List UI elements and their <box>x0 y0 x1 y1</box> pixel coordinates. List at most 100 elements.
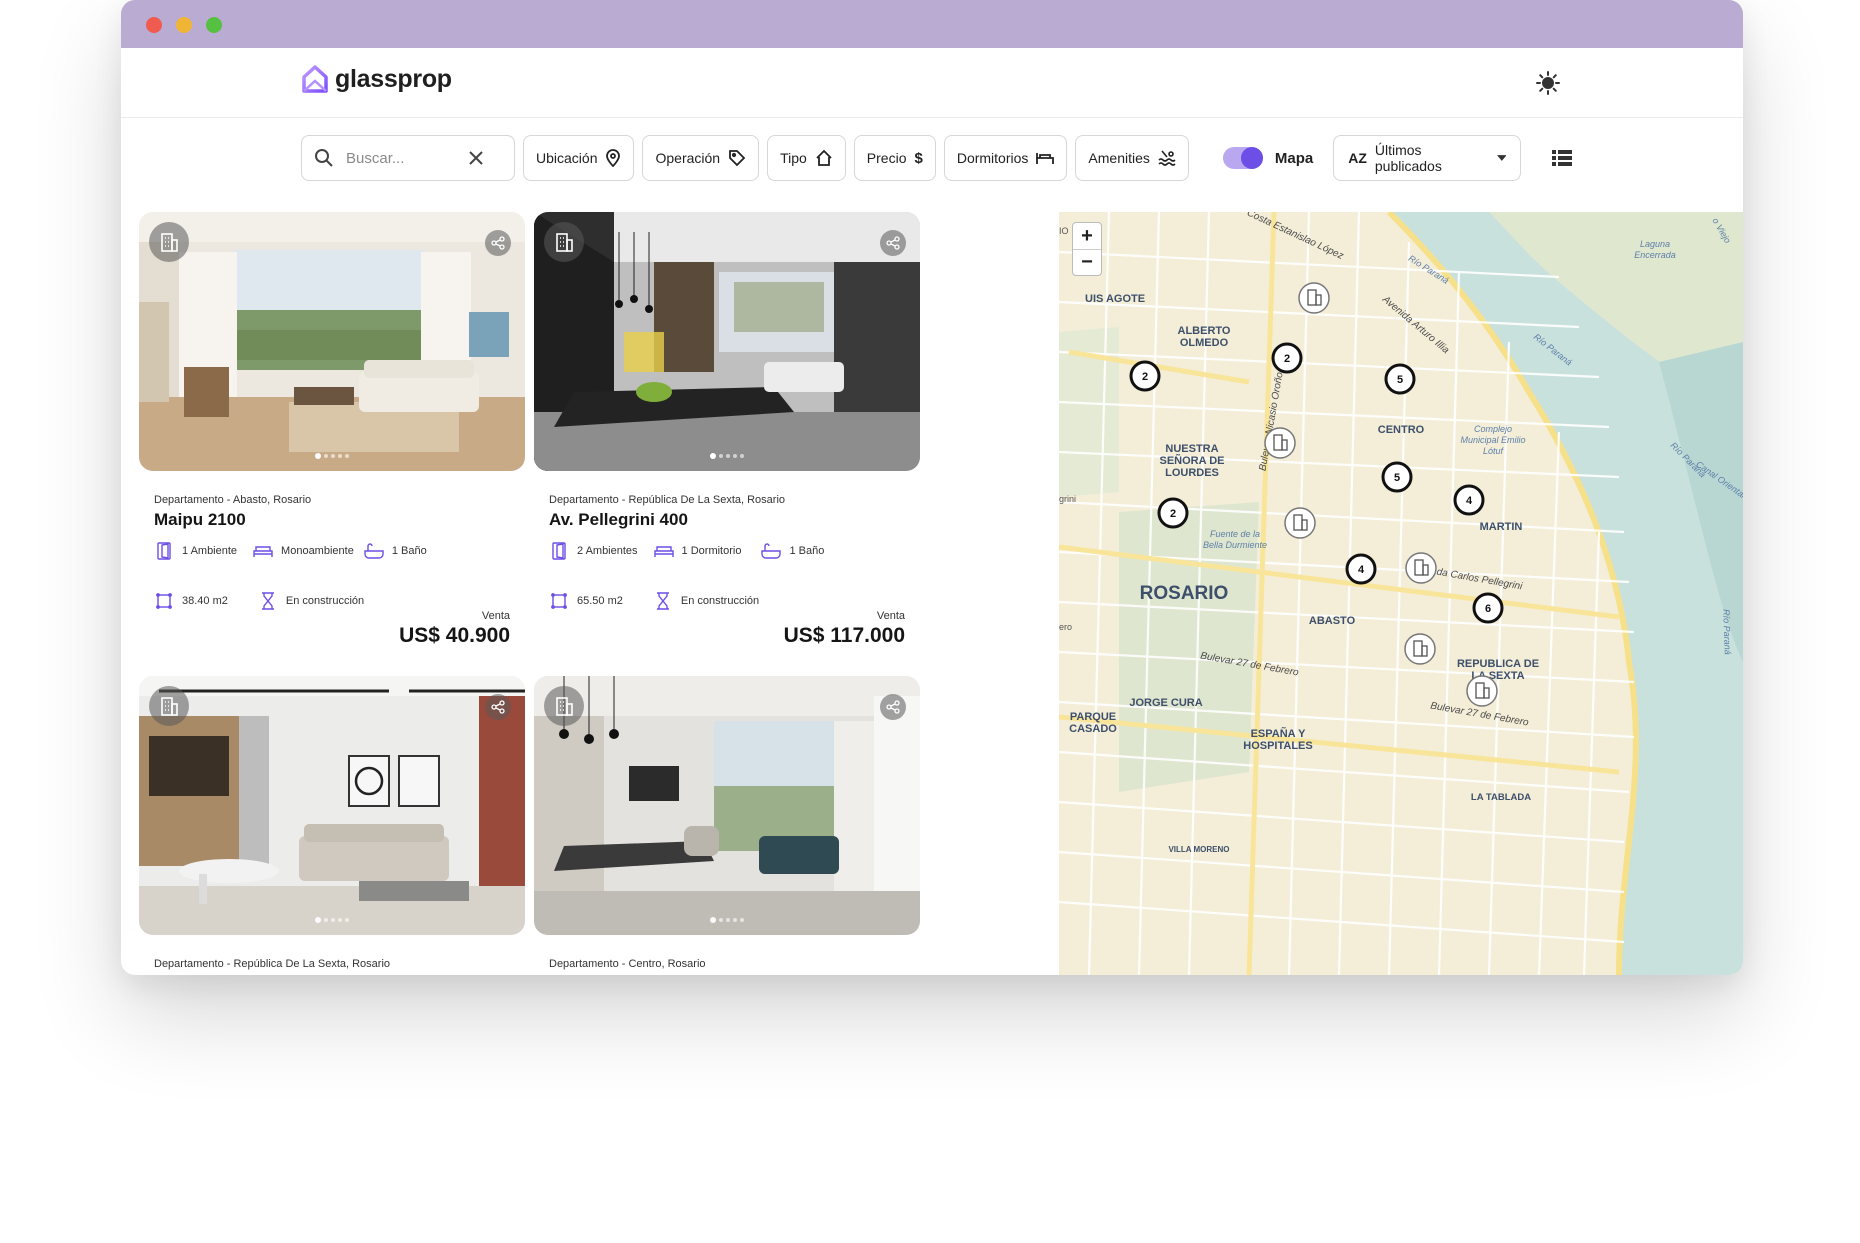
map-label: Complejo <box>1474 424 1512 434</box>
house-icon <box>816 149 832 166</box>
building-marker[interactable] <box>1404 633 1436 665</box>
cluster-marker[interactable]: 5 <box>1381 461 1413 493</box>
filter-label: Amenities <box>1088 150 1150 166</box>
feature-estado: En construcción <box>653 590 759 612</box>
svg-text:4: 4 <box>1358 564 1365 576</box>
map-label: HOSPITALES <box>1243 740 1312 752</box>
listing-photo[interactable] <box>534 676 920 935</box>
list-view-button[interactable] <box>1547 143 1577 173</box>
map-label: Bella Durmiente <box>1203 540 1267 550</box>
listing-info: Departamento - Centro, Rosario <box>549 958 905 970</box>
filter-ubicacion-button[interactable]: Ubicación <box>523 135 635 181</box>
filter-precio-button[interactable]: Precio $ <box>853 135 936 181</box>
building-marker[interactable] <box>1298 282 1330 314</box>
zoom-out-button[interactable]: − <box>1073 249 1101 275</box>
listing-title[interactable]: Maipu 2100 <box>154 510 510 530</box>
search-icon <box>315 149 333 167</box>
map-label: CASADO <box>1069 723 1117 735</box>
kitchen-living-photo <box>139 676 525 935</box>
sort-az-icon: AZ <box>1348 150 1367 166</box>
listing-card[interactable]: Departamento - Abasto, Rosario Maipu 210… <box>139 212 525 666</box>
area-icon <box>156 593 172 609</box>
theme-toggle-button[interactable] <box>1532 67 1564 99</box>
map-toggle[interactable]: Mapa <box>1222 147 1314 169</box>
cluster-marker[interactable]: 2 <box>1129 360 1161 392</box>
listing-photo[interactable] <box>139 676 525 935</box>
listing-card[interactable]: Departamento - República De La Sexta, Ro… <box>139 676 525 975</box>
map-label: Fuente de la <box>1210 529 1260 539</box>
feature-dormitorios: 1 Dormitorio <box>653 540 741 562</box>
zoom-in-button[interactable]: + <box>1073 223 1101 249</box>
share-button[interactable] <box>485 694 511 720</box>
building-icon <box>161 233 178 252</box>
house-logo-icon <box>302 65 328 93</box>
map-switch[interactable] <box>1222 147 1263 169</box>
listing-card[interactable]: Departamento - Centro, Rosario <box>534 676 920 975</box>
sort-dropdown[interactable]: AZ Últimos publicados <box>1333 135 1522 181</box>
listing-location: Departamento - República De La Sexta, Ro… <box>549 494 786 506</box>
map-label: JORGE CURA <box>1129 697 1202 709</box>
building-marker[interactable] <box>1284 507 1316 539</box>
listing-location: Departamento - República De La Sexta, Ro… <box>154 958 391 970</box>
map-label: ero <box>1059 622 1072 632</box>
cluster-marker[interactable]: 6 <box>1472 592 1504 624</box>
bed-icon <box>653 546 674 557</box>
filter-dormitorios-button[interactable]: Dormitorios <box>943 135 1068 181</box>
photo-pager[interactable] <box>315 453 349 459</box>
dollar-icon: $ <box>914 149 923 167</box>
feature-ambientes: 1 Ambiente <box>154 540 237 562</box>
door-icon <box>552 542 566 560</box>
map-canvas[interactable]: ALBERTO OLMEDO NUESTRA SEÑORA DE LOURDES… <box>1059 212 1743 975</box>
minimize-window-button[interactable] <box>176 17 192 33</box>
search-input[interactable] <box>346 149 456 167</box>
door-icon <box>157 542 171 560</box>
listing-title[interactable]: Av. Pellegrini 400 <box>549 510 905 530</box>
cluster-marker[interactable]: 4 <box>1345 553 1377 585</box>
listing-photo[interactable] <box>139 212 525 471</box>
map-label: CENTRO <box>1378 424 1425 436</box>
building-marker[interactable] <box>1264 427 1296 459</box>
filter-operacion-button[interactable]: Operación <box>642 135 760 181</box>
map-label: PARQUE <box>1070 711 1116 723</box>
map-toggle-label: Mapa <box>1274 149 1314 167</box>
map-label: Municipal Emilio <box>1460 435 1525 445</box>
clear-search-icon[interactable] <box>468 150 484 166</box>
listing-info: Departamento - República De La Sexta, Ro… <box>154 958 510 970</box>
building-marker[interactable] <box>1405 552 1437 584</box>
logo[interactable]: glassprop <box>301 64 452 94</box>
hourglass-icon <box>656 592 669 610</box>
listing-card[interactable]: Departamento - República De La Sexta, Ro… <box>534 212 920 666</box>
close-window-button[interactable] <box>146 17 162 33</box>
photo-pager[interactable] <box>710 453 744 459</box>
logo-text: glassprop <box>335 64 452 93</box>
photo-pager[interactable] <box>710 917 744 923</box>
sort-label: Últimos publicados <box>1374 142 1442 174</box>
share-button[interactable] <box>880 694 906 720</box>
listing-photo[interactable] <box>534 212 920 471</box>
share-button[interactable] <box>485 230 511 256</box>
search-box <box>301 135 515 181</box>
share-button[interactable] <box>880 230 906 256</box>
map-panel[interactable]: ALBERTO OLMEDO NUESTRA SEÑORA DE LOURDES… <box>1059 212 1743 975</box>
filter-amenities-button[interactable]: Amenities <box>1075 135 1189 181</box>
share-icon <box>491 236 505 250</box>
filter-label: Operación <box>655 150 721 166</box>
filter-toolbar: Ubicación Operación Tipo Precio $ Dormit… <box>301 134 1577 182</box>
map-label: VILLA MORENO <box>1168 845 1229 854</box>
feature-banos: 1 Baño <box>364 540 427 562</box>
svg-text:6: 6 <box>1485 603 1491 615</box>
cluster-marker[interactable]: 4 <box>1453 484 1485 516</box>
photo-pager[interactable] <box>315 917 349 923</box>
feature-banos: 1 Baño <box>761 540 824 562</box>
svg-text:4: 4 <box>1466 495 1473 507</box>
building-marker[interactable] <box>1466 675 1498 707</box>
maximize-window-button[interactable] <box>206 17 222 33</box>
map-label: ESPAÑA Y <box>1251 727 1306 740</box>
cluster-marker[interactable]: 5 <box>1384 363 1416 395</box>
price-box: Venta US$ 117.000 <box>784 610 905 648</box>
cluster-marker[interactable]: 2 <box>1157 497 1189 529</box>
map-label: MARTIN <box>1480 521 1523 533</box>
cluster-marker[interactable]: 2 <box>1271 342 1303 374</box>
feature-ambientes: 2 Ambientes <box>549 540 638 562</box>
filter-tipo-button[interactable]: Tipo <box>767 135 846 181</box>
